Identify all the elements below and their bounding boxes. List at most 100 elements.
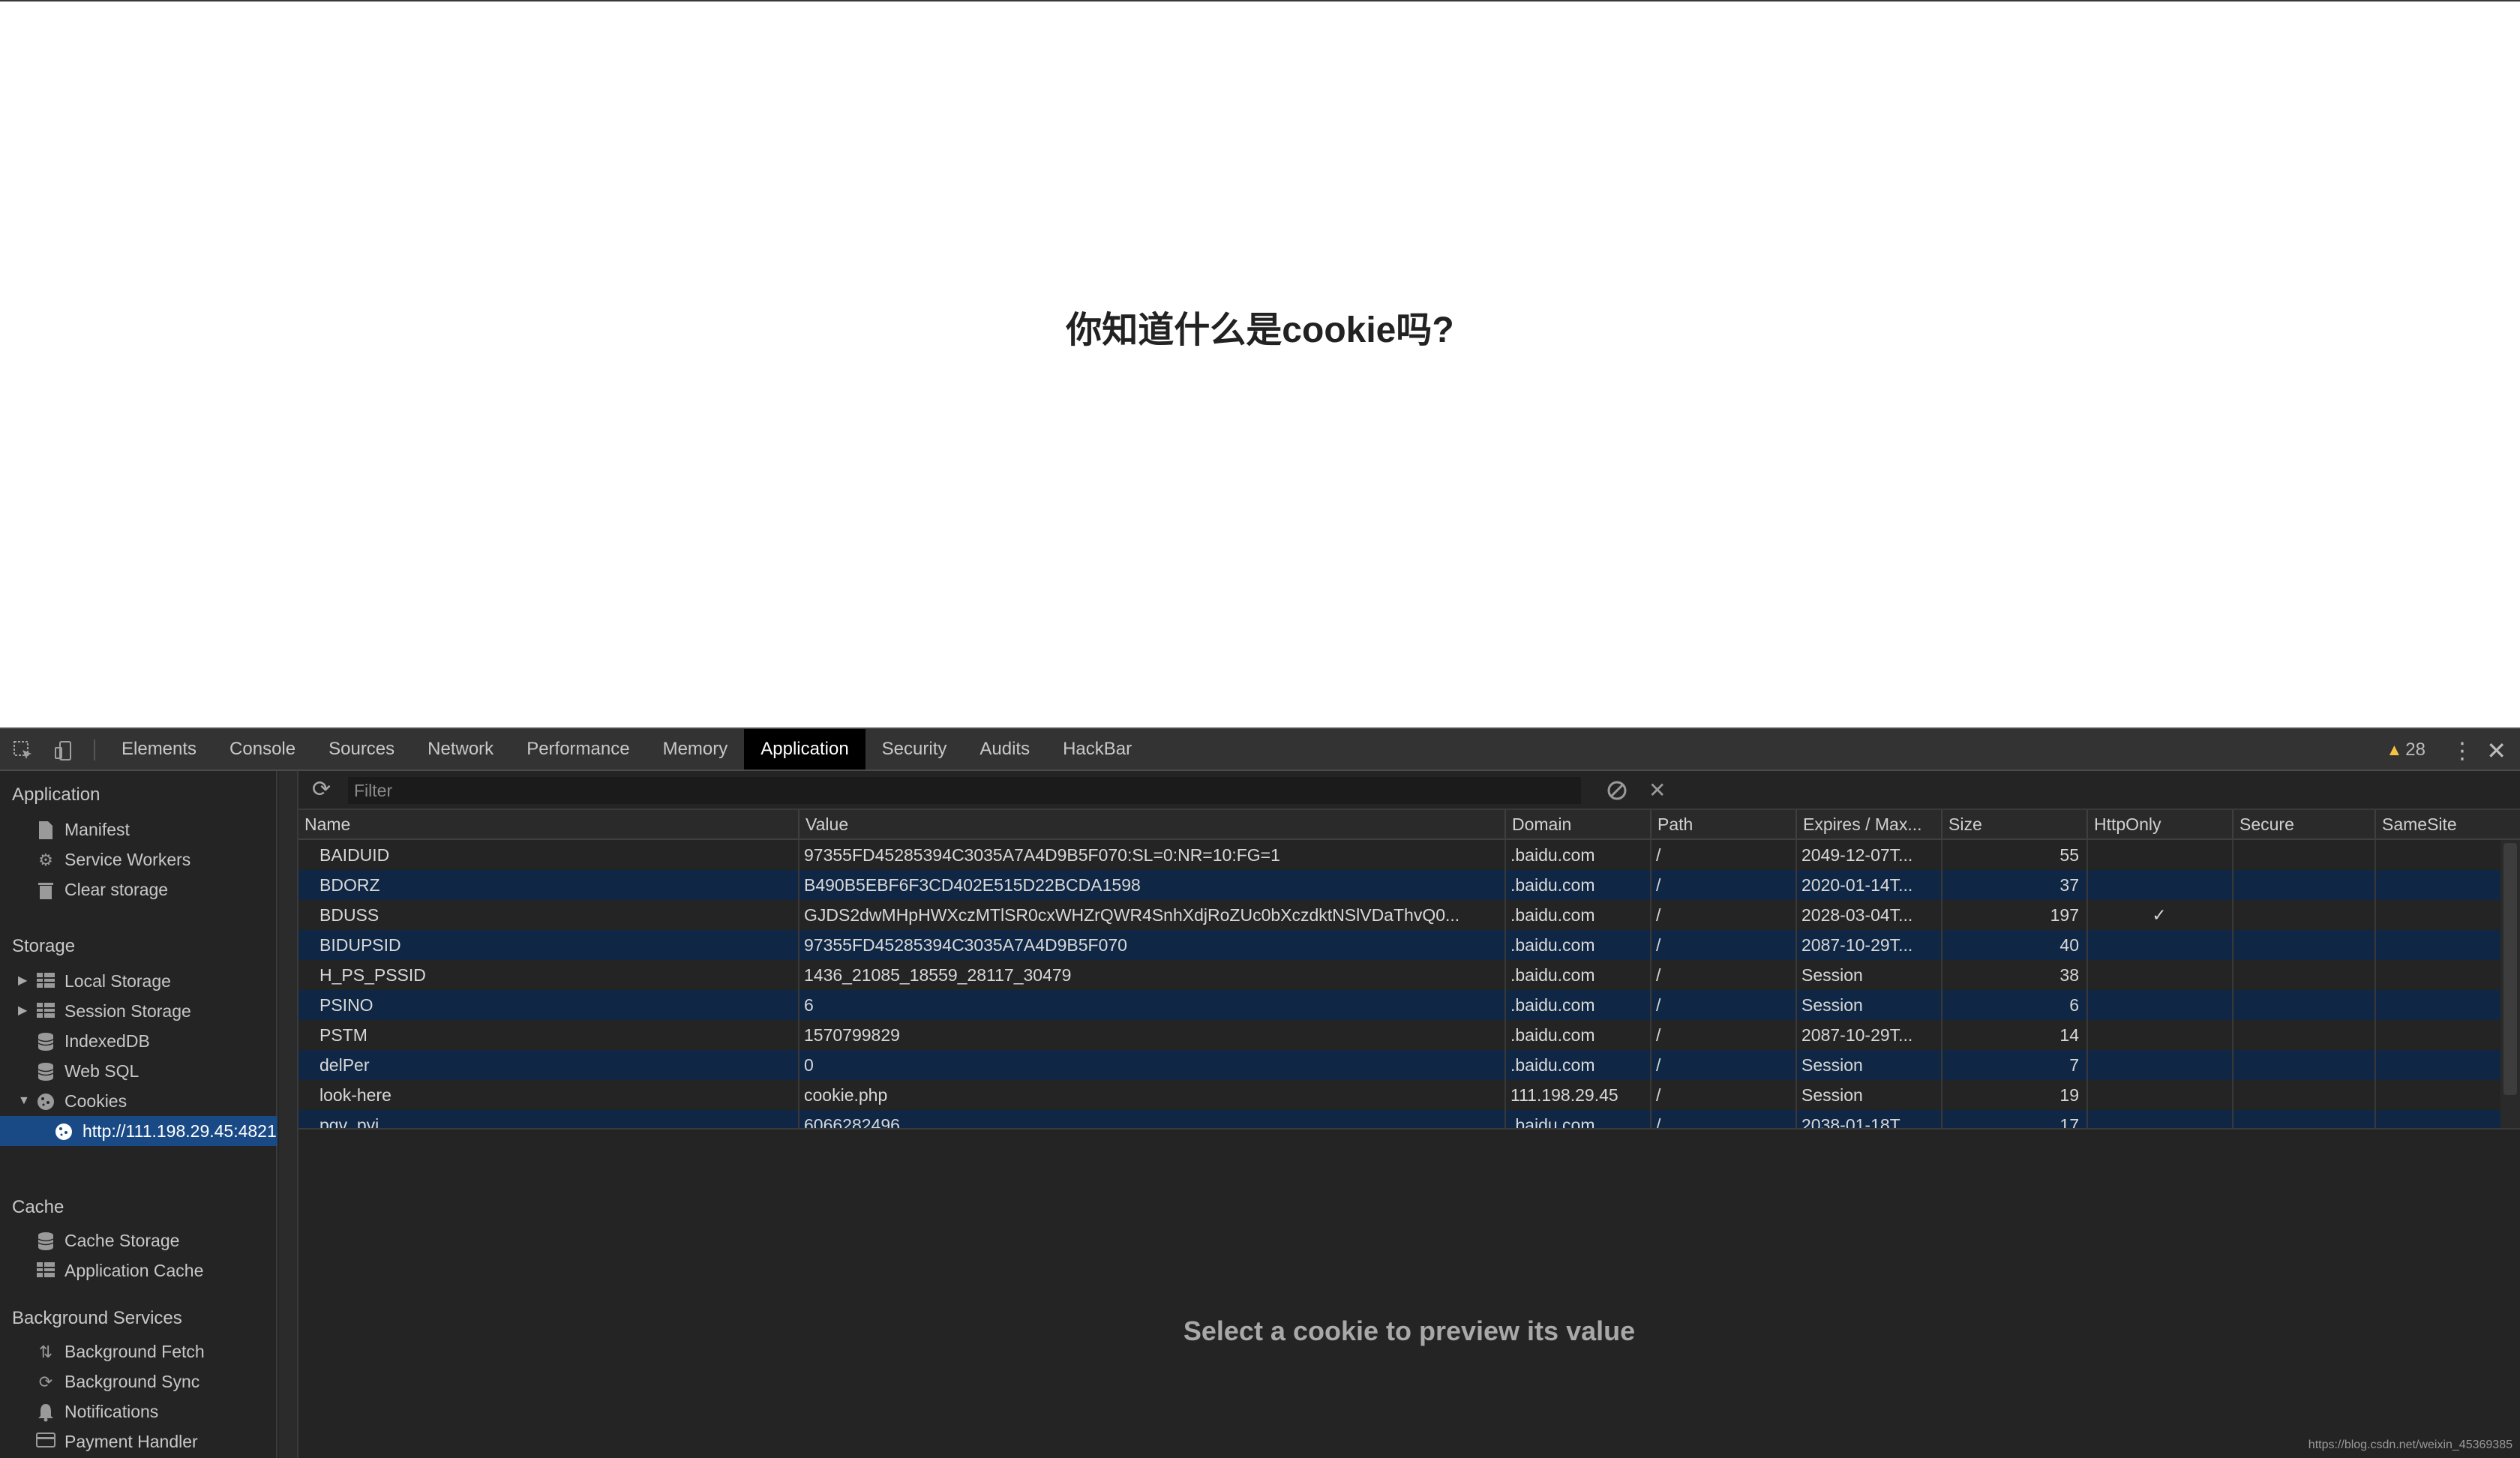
table-row[interactable]: H_PS_PSSID 1436_21085_18559_28117_30479 .b… xyxy=(298,960,2500,990)
table-row[interactable]: PSINO 6 .baidu.com / Session 6 xyxy=(298,990,2500,1020)
cell-expires: 2049-12-07T... xyxy=(1802,845,1913,865)
cell-domain: .baidu.com xyxy=(1510,845,1595,865)
warnings-badge[interactable]: ▲ 28 xyxy=(2386,740,2426,760)
expand-triangle-icon[interactable]: ▶ xyxy=(18,996,27,1026)
sidebar-item-label: Manifest xyxy=(64,820,130,839)
table-row[interactable]: delPer 0 .baidu.com / Session 7 xyxy=(298,1050,2500,1080)
tab-console[interactable]: Console xyxy=(213,729,312,770)
cell-httponly: ✓ xyxy=(2152,905,2167,925)
refresh-icon[interactable]: ⟳ xyxy=(312,778,331,801)
column-samesite[interactable]: SameSite xyxy=(2374,810,2520,838)
more-options-icon[interactable]: ⋮ xyxy=(2451,738,2474,764)
cell-name: BAIDUID xyxy=(320,845,390,865)
clear-all-icon[interactable] xyxy=(1606,777,1628,808)
cell-name: H_PS_PSSID xyxy=(320,965,426,985)
tab-security[interactable]: Security xyxy=(866,729,964,770)
tab-audits[interactable]: Audits xyxy=(963,729,1046,770)
cell-secure xyxy=(2232,840,2374,870)
cell-size: 55 xyxy=(2060,845,2079,865)
tab-performance[interactable]: Performance xyxy=(510,729,646,770)
inspect-element-icon[interactable] xyxy=(12,740,34,762)
tab-hackbar[interactable]: HackBar xyxy=(1046,729,1148,770)
cell-value: cookie.php xyxy=(804,1085,888,1105)
table-row[interactable]: PSTM 1570799829 .baidu.com / 2087-10-29T... 1… xyxy=(298,1020,2500,1050)
cell-value: B490B5EBF6F3CD402E515D22BCDA1598 xyxy=(804,875,1141,895)
close-devtools-icon[interactable]: ✕ xyxy=(2486,736,2506,765)
table-row[interactable]: BIDUPSID 97355FD45285394C3035A7A4D9B5F070… xyxy=(298,930,2500,960)
table-row[interactable]: BDUSS GJDS2dwMHpHWXczMTlSR0cxWHZrQWR4SnhX… xyxy=(298,900,2500,930)
column-httponly[interactable]: HttpOnly xyxy=(2086,810,2232,838)
cell-value: 1570799829 xyxy=(804,1025,900,1045)
credit-card-icon xyxy=(36,1432,56,1452)
sidebar-item-label: Cache Storage xyxy=(64,1231,180,1250)
grid-icon xyxy=(36,972,56,992)
sidebar-item-manifest[interactable]: Manifest xyxy=(0,814,278,844)
cell-value: 6066282496 xyxy=(804,1115,900,1128)
tab-sources[interactable]: Sources xyxy=(312,729,411,770)
sidebar-item-clear-storage[interactable]: Clear storage xyxy=(0,874,278,904)
cell-value: 97355FD45285394C3035A7A4D9B5F070:SL=0:NR… xyxy=(804,845,1280,865)
cell-httponly xyxy=(2086,840,2232,870)
sidebar-item-application-cache[interactable]: Application Cache xyxy=(0,1256,278,1286)
table-row[interactable]: look-here cookie.php 111.198.29.45 / Session… xyxy=(298,1080,2500,1110)
tab-network[interactable]: Network xyxy=(411,729,510,770)
column-size[interactable]: Size xyxy=(1941,810,2086,838)
cell-expires: 2038-01-18T... xyxy=(1802,1115,1913,1128)
tab-elements[interactable]: Elements xyxy=(105,729,213,770)
sidebar-item-label: IndexedDB xyxy=(64,1031,150,1051)
sidebar-section-storage: Storage xyxy=(12,936,76,956)
filter-input[interactable] xyxy=(348,777,1581,804)
sidebar-item-service-workers[interactable]: ⚙ Service Workers xyxy=(0,844,278,874)
sidebar-item-label: Background Fetch xyxy=(64,1342,205,1361)
cell-size: 19 xyxy=(2060,1085,2079,1105)
tab-application[interactable]: Application xyxy=(744,729,866,770)
cell-samesite xyxy=(2374,1050,2500,1080)
tabbar-separator xyxy=(94,740,95,760)
sidebar-item-cookies[interactable]: ▼ Cookies xyxy=(0,1086,278,1116)
column-domain[interactable]: Domain xyxy=(1504,810,1650,838)
column-divider xyxy=(2086,840,2088,1128)
sidebar-item-background-sync[interactable]: ⟳ Background Sync xyxy=(0,1366,278,1396)
delete-selected-icon[interactable]: ✕ xyxy=(1648,777,1666,804)
scrollbar-thumb[interactable] xyxy=(2504,843,2517,1095)
sidebar-item-indexeddb[interactable]: IndexedDB xyxy=(0,1026,278,1056)
sidebar-item-cache-storage[interactable]: Cache Storage xyxy=(0,1226,278,1256)
cell-name: BDUSS xyxy=(320,905,380,925)
sidebar-item-background-fetch[interactable]: ⇅ Background Fetch xyxy=(0,1336,278,1366)
column-value[interactable]: Value xyxy=(798,810,1504,838)
sidebar-item-web-sql[interactable]: Web SQL xyxy=(0,1056,278,1086)
table-row[interactable]: BDORZ B490B5EBF6F3CD402E515D22BCDA1598 .ba… xyxy=(298,870,2500,900)
table-scrollbar[interactable] xyxy=(2500,840,2520,1128)
collapse-triangle-icon[interactable]: ▼ xyxy=(18,1086,30,1116)
cookie-icon xyxy=(36,1092,56,1112)
column-name[interactable]: Name xyxy=(298,810,798,838)
table-row[interactable]: pgv_pvi 6066282496 .baidu.com / 2038-01-18T.… xyxy=(298,1110,2500,1128)
sidebar-item-label: Local Storage xyxy=(64,971,171,991)
device-toolbar-icon[interactable] xyxy=(52,740,75,762)
sidebar-item-cookie-origin[interactable]: http://111.198.29.45:48213 xyxy=(0,1116,278,1146)
warning-icon: ▲ xyxy=(2386,740,2403,759)
cell-domain: .baidu.com xyxy=(1510,875,1595,895)
cell-path: / xyxy=(1656,965,1661,985)
column-secure[interactable]: Secure xyxy=(2232,810,2374,838)
cell-path: / xyxy=(1656,875,1661,895)
cell-expires: 2087-10-29T... xyxy=(1802,1025,1913,1045)
preview-message: Select a cookie to preview its value xyxy=(1183,1316,1636,1346)
sidebar-item-notifications[interactable]: Notifications xyxy=(0,1396,278,1426)
cell-path: / xyxy=(1656,1085,1661,1105)
column-divider xyxy=(2232,840,2234,1128)
tab-memory[interactable]: Memory xyxy=(646,729,745,770)
cell-httponly xyxy=(2086,1110,2232,1128)
column-path[interactable]: Path xyxy=(1650,810,1796,838)
column-expires[interactable]: Expires / Max... xyxy=(1796,810,1941,838)
application-sidebar: Application Manifest ⚙ Service Workers C… xyxy=(0,771,278,1458)
expand-triangle-icon[interactable]: ▶ xyxy=(18,966,27,996)
sidebar-item-local-storage[interactable]: ▶ Local Storage xyxy=(0,966,278,996)
sidebar-resizer[interactable] xyxy=(279,771,298,1458)
table-row[interactable]: BAIDUID 97355FD45285394C3035A7A4D9B5F070:… xyxy=(298,840,2500,870)
sidebar-item-payment-handler[interactable]: Payment Handler xyxy=(0,1426,278,1456)
trash-icon xyxy=(36,880,56,900)
cookies-table: Name Value Domain Path Expires / Max... … xyxy=(298,810,2520,1128)
sidebar-item-session-storage[interactable]: ▶ Session Storage xyxy=(0,996,278,1026)
cell-secure xyxy=(2232,900,2374,930)
